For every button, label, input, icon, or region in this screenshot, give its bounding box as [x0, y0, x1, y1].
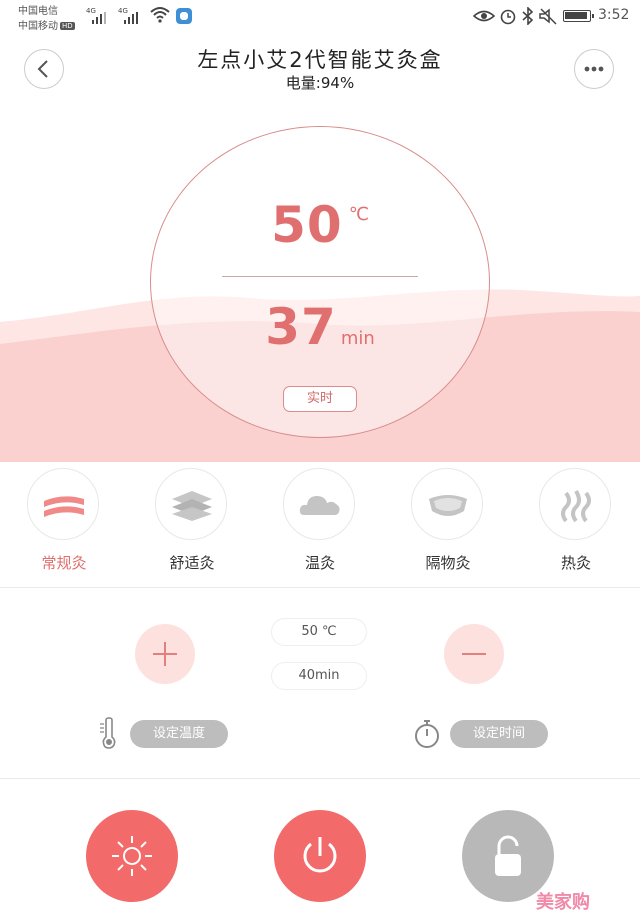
- duration-value: 37: [265, 298, 337, 356]
- current-temperature: 50 ℃: [150, 196, 490, 254]
- cloud-icon: [299, 496, 340, 515]
- heat-icon: [561, 489, 591, 523]
- unlock-icon: [495, 835, 521, 876]
- back-button[interactable]: [24, 49, 64, 89]
- power-icon: [303, 837, 337, 873]
- mode-regular[interactable]: 常规灸: [9, 468, 119, 578]
- device-battery-level: 电量:94%: [285, 74, 355, 92]
- carrier-telecom: 中国电信: [18, 6, 58, 17]
- realtime-badge[interactable]: 实时: [283, 386, 357, 412]
- temperature-unit: ℃: [348, 204, 369, 225]
- light-button[interactable]: [86, 810, 178, 902]
- mode-label: 舒适灸: [169, 554, 215, 572]
- chevron-left-icon: [37, 60, 48, 78]
- minus-icon: [462, 653, 486, 655]
- remaining-time: 37 min: [150, 298, 490, 356]
- temperature-value: 50: [271, 196, 343, 254]
- page-title: 左点小艾2代智能艾灸盒: [197, 48, 443, 72]
- more-button[interactable]: [574, 49, 614, 89]
- carrier-mobile: 中国移动 HD: [18, 21, 75, 32]
- mode-warm[interactable]: 温灸: [265, 468, 375, 578]
- hd-badge: HD: [60, 22, 75, 30]
- pad-icon: [429, 495, 467, 516]
- target-temperature: 50 ℃: [271, 618, 367, 646]
- layers-icon: [172, 491, 212, 521]
- mode-selector: 常规灸 舒适灸 温灸 隔物灸 热灸: [0, 462, 640, 586]
- sun-icon: [112, 836, 152, 876]
- wifi-icon: [150, 7, 170, 23]
- mute-icon: [539, 8, 557, 25]
- app-notification-icon: [176, 8, 192, 24]
- mode-label: 热灸: [560, 554, 591, 572]
- stripes-icon: [44, 496, 84, 517]
- dial-divider: [222, 276, 418, 277]
- watermark: 美家购: [536, 892, 590, 913]
- decrease-button[interactable]: [444, 624, 504, 684]
- eye-icon: [473, 10, 495, 22]
- mode-heat[interactable]: 热灸: [521, 468, 631, 578]
- set-temperature-button[interactable]: 设定温度: [130, 720, 228, 748]
- status-display: 50 ℃ 37 min 实时: [0, 100, 640, 462]
- status-bar: 中国电信 中国移动 HD 4G 4G 3:52: [0, 0, 640, 34]
- status-time: 3:52: [598, 7, 630, 23]
- mode-insulated[interactable]: 隔物灸: [393, 468, 503, 578]
- timer-icon: [415, 720, 439, 748]
- thermometer-icon: [100, 717, 116, 749]
- mode-comfort[interactable]: 舒适灸: [137, 468, 247, 578]
- divider: [0, 778, 640, 779]
- bluetooth-icon: [522, 7, 534, 25]
- battery-icon: [563, 10, 594, 22]
- mode-label: 温灸: [304, 554, 335, 572]
- alarm-icon: [500, 9, 516, 25]
- target-time: 40min: [271, 662, 367, 690]
- mode-label: 常规灸: [41, 554, 87, 572]
- duration-unit: min: [340, 328, 375, 349]
- plus-icon: [153, 642, 177, 666]
- more-icon: [584, 66, 604, 72]
- power-button[interactable]: [274, 810, 366, 902]
- mode-label: 隔物灸: [425, 554, 471, 572]
- divider: [0, 587, 640, 588]
- set-time-button[interactable]: 设定时间: [450, 720, 548, 748]
- increase-button[interactable]: [135, 624, 195, 684]
